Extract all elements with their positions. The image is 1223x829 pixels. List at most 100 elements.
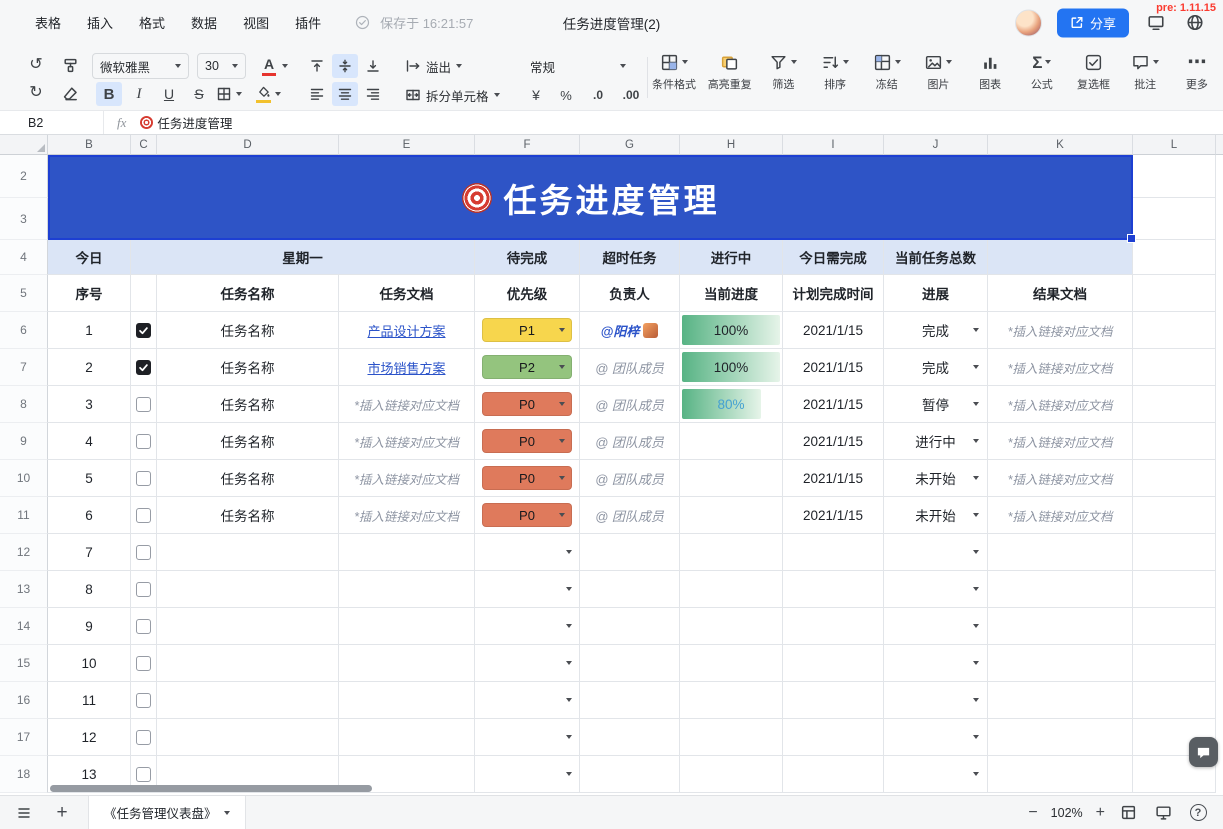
cell-progress[interactable]: 100% xyxy=(680,349,783,386)
cell-result[interactable]: *插入链接对应文档 xyxy=(988,349,1133,386)
underline-button[interactable]: U xyxy=(156,82,182,106)
row-header[interactable]: 7 xyxy=(0,349,48,386)
row-header[interactable]: 12 xyxy=(0,534,48,571)
toolbar-image-button[interactable]: 图片 xyxy=(918,51,958,104)
increase-decimal-button[interactable]: .00 xyxy=(616,83,646,107)
menu-item-数据[interactable]: 数据 xyxy=(191,13,217,32)
cell-empty[interactable] xyxy=(339,645,475,682)
cell-task-name[interactable]: 任务名称 xyxy=(157,497,339,534)
status-select[interactable] xyxy=(884,534,988,571)
cell-empty[interactable] xyxy=(680,756,783,793)
borders-button[interactable] xyxy=(216,82,242,106)
doc-link[interactable]: 产品设计方案 xyxy=(367,321,445,340)
cell-empty[interactable] xyxy=(580,756,680,793)
cell-empty[interactable] xyxy=(157,571,339,608)
cell-task-num[interactable]: 4 xyxy=(48,423,131,460)
row-header[interactable]: 8 xyxy=(0,386,48,423)
cell-empty[interactable] xyxy=(680,645,783,682)
cell-task-doc[interactable]: *插入链接对应文档 xyxy=(339,423,475,460)
cell-empty[interactable] xyxy=(988,240,1133,275)
cell-assignee[interactable]: @ 团队成员 xyxy=(580,386,680,423)
column-header-C[interactable]: C xyxy=(131,135,157,155)
cell-checkbox[interactable] xyxy=(131,460,157,497)
summary-active[interactable]: 进行中 xyxy=(680,240,783,275)
row-header[interactable]: 11 xyxy=(0,497,48,534)
doc-link[interactable]: 市场销售方案 xyxy=(367,358,445,377)
summary-today[interactable]: 今日 xyxy=(48,240,131,275)
cell-empty[interactable] xyxy=(783,682,884,719)
row-header[interactable]: 18 xyxy=(0,756,48,793)
horizontal-scrollbar[interactable] xyxy=(50,785,372,792)
cell-checkbox[interactable] xyxy=(131,571,157,608)
number-format-select[interactable]: 常规 xyxy=(522,54,634,78)
menu-item-视图[interactable]: 视图 xyxy=(243,13,269,32)
header-progress[interactable]: 当前进度 xyxy=(680,275,783,312)
priority-pill[interactable]: P0 xyxy=(482,392,572,416)
cell-result[interactable]: *插入链接对应文档 xyxy=(988,312,1133,349)
cell-priority[interactable] xyxy=(475,571,580,608)
format-painter-icon[interactable] xyxy=(58,53,82,77)
cell-empty[interactable] xyxy=(680,571,783,608)
cell-priority[interactable] xyxy=(475,719,580,756)
row-checkbox-unchecked[interactable] xyxy=(136,545,151,560)
cell-result[interactable]: *插入链接对应文档 xyxy=(988,460,1133,497)
status-select[interactable] xyxy=(884,756,988,793)
cell-empty[interactable] xyxy=(580,645,680,682)
cell-priority[interactable] xyxy=(475,756,580,793)
header-index[interactable]: 序号 xyxy=(48,275,131,312)
cell-assignee[interactable]: @ 团队成员 xyxy=(580,349,680,386)
cell-empty[interactable] xyxy=(580,608,680,645)
sheet-list-icon[interactable] xyxy=(10,800,38,826)
cell-empty[interactable] xyxy=(1133,349,1216,386)
row-checkbox-unchecked[interactable] xyxy=(136,767,151,782)
cell-priority[interactable]: P0 xyxy=(475,497,580,534)
row-header[interactable]: 10 xyxy=(0,460,48,497)
cell-due-date[interactable]: 2021/1/15 xyxy=(783,312,884,349)
row-checkbox-unchecked[interactable] xyxy=(136,471,151,486)
decrease-decimal-button[interactable]: .0 xyxy=(584,83,612,107)
column-header-K[interactable]: K xyxy=(988,135,1133,155)
header-priority[interactable]: 优先级 xyxy=(475,275,580,312)
zoom-in-button[interactable]: + xyxy=(1096,805,1105,821)
cell-empty[interactable] xyxy=(1133,645,1216,682)
status-select[interactable]: 完成 xyxy=(884,349,988,386)
percent-format-button[interactable]: % xyxy=(554,83,578,107)
status-select[interactable]: 未开始 xyxy=(884,460,988,497)
cell-priority[interactable]: P0 xyxy=(475,460,580,497)
cell-assignee[interactable]: @ 团队成员 xyxy=(580,497,680,534)
cell-checkbox[interactable] xyxy=(131,645,157,682)
row-header[interactable]: 5 xyxy=(0,275,48,312)
cell-due-date[interactable]: 2021/1/15 xyxy=(783,386,884,423)
formula-input[interactable]: 任务进度管理 xyxy=(140,113,232,132)
cell-empty[interactable] xyxy=(339,719,475,756)
priority-pill[interactable]: P0 xyxy=(482,466,572,490)
cell-empty[interactable] xyxy=(1133,423,1216,460)
cell-due-date[interactable]: 2021/1/15 xyxy=(783,423,884,460)
cell-empty[interactable] xyxy=(580,534,680,571)
align-top-icon[interactable] xyxy=(304,54,330,78)
cell-empty[interactable] xyxy=(988,608,1133,645)
zoom-out-button[interactable]: − xyxy=(1028,805,1037,821)
summary-weekday[interactable]: 星期一 xyxy=(131,240,475,275)
cell-task-num[interactable]: 12 xyxy=(48,719,131,756)
cell-empty[interactable] xyxy=(580,682,680,719)
align-right-icon[interactable] xyxy=(360,82,386,106)
cell-empty[interactable] xyxy=(1133,240,1216,275)
eraser-icon[interactable] xyxy=(58,81,82,105)
row-header[interactable]: 17 xyxy=(0,719,48,756)
column-header-L[interactable]: L xyxy=(1133,135,1216,155)
cell-empty[interactable] xyxy=(988,756,1133,793)
align-left-icon[interactable] xyxy=(304,82,330,106)
cell-empty[interactable] xyxy=(157,645,339,682)
cell-result[interactable]: *插入链接对应文档 xyxy=(988,386,1133,423)
header-due[interactable]: 计划完成时间 xyxy=(783,275,884,312)
split-cells-button[interactable]: 拆分单元格 xyxy=(405,83,500,107)
status-select[interactable] xyxy=(884,608,988,645)
share-button[interactable]: 分享 xyxy=(1057,8,1129,37)
row-header[interactable]: 13 xyxy=(0,571,48,608)
cell-priority[interactable] xyxy=(475,682,580,719)
cell-empty[interactable] xyxy=(1133,460,1216,497)
cell-task-doc[interactable]: 市场销售方案 xyxy=(339,349,475,386)
header-assignee[interactable]: 负责人 xyxy=(580,275,680,312)
cell-task-doc[interactable]: *插入链接对应文档 xyxy=(339,497,475,534)
